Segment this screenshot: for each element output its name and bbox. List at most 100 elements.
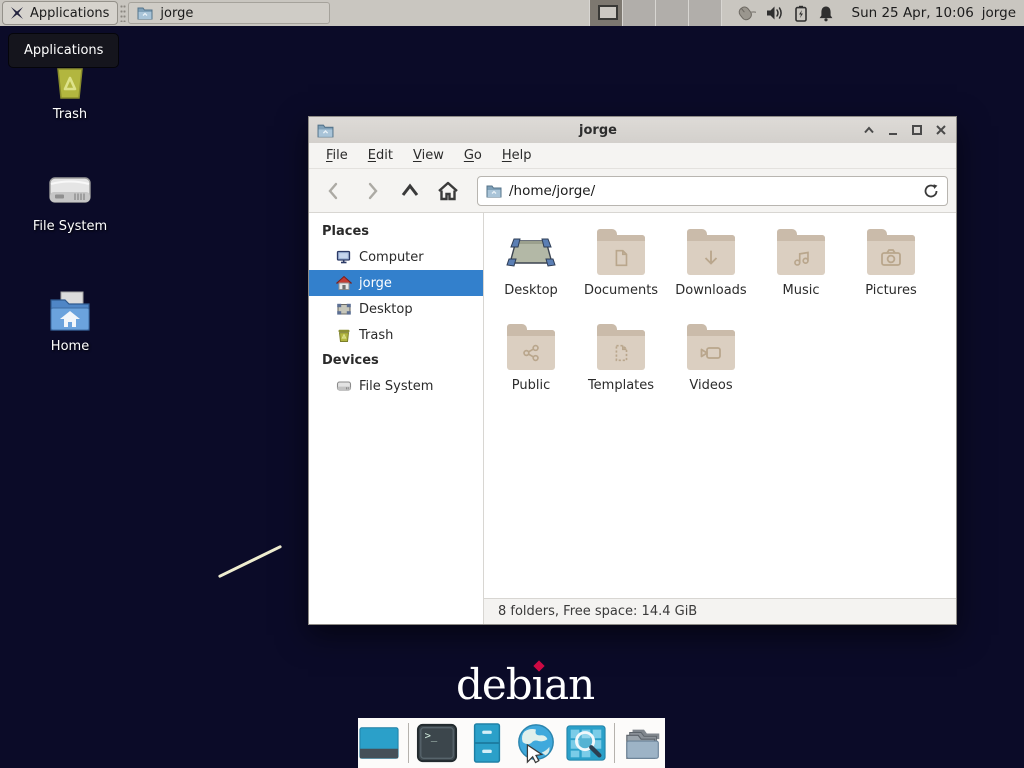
folder-icon: [486, 184, 502, 198]
up-button[interactable]: [393, 176, 427, 206]
sidebar-item-computer[interactable]: Computer: [309, 244, 483, 270]
menu-go[interactable]: Go: [455, 145, 491, 166]
home-folder-icon: [45, 288, 95, 334]
reload-icon[interactable]: [923, 183, 939, 199]
arrow-up-icon: [399, 181, 421, 201]
shade-button[interactable]: [862, 123, 876, 137]
folder-label: Downloads: [675, 283, 746, 298]
desktop-icon-label: Home: [48, 339, 92, 354]
app-finder-icon: [565, 722, 607, 764]
folder-icon: [687, 330, 735, 370]
workspace-3[interactable]: [656, 0, 689, 26]
menu-view[interactable]: View: [404, 145, 453, 166]
workspace-switcher[interactable]: [589, 0, 722, 26]
folder-label: Desktop: [504, 283, 558, 298]
main-view: Desktop Documents: [484, 213, 956, 624]
folder-item-downloads[interactable]: Downloads: [666, 223, 756, 318]
desktop-icon-label: File System: [30, 219, 110, 234]
desktop-icon: [336, 301, 352, 317]
dock-file-cabinet-button[interactable]: [465, 721, 508, 765]
sidebar-item-label: jorge: [359, 276, 392, 291]
folder-item-desktop[interactable]: Desktop: [486, 223, 576, 318]
sidebar-places-header: Places: [309, 219, 483, 244]
document-glyph: [610, 246, 632, 270]
path-input[interactable]: /home/jorge/: [509, 183, 916, 199]
applications-label: Applications: [30, 6, 109, 21]
sidebar-item-label: Computer: [359, 250, 424, 265]
clock[interactable]: Sun 25 Apr, 10:06: [844, 5, 982, 21]
home-icon: [436, 180, 460, 202]
applications-icon: [9, 5, 25, 21]
window-titlebar[interactable]: jorge: [309, 117, 956, 143]
sidebar-item-file-system[interactable]: File System: [309, 373, 483, 399]
folder-label: Public: [512, 378, 550, 393]
applications-button[interactable]: Applications: [2, 1, 118, 25]
terminal-icon: >_: [416, 722, 458, 764]
chevron-left-icon: [324, 181, 344, 201]
sidebar-item-label: File System: [359, 379, 433, 394]
folder-label: Pictures: [865, 283, 916, 298]
workspace-window-preview: [598, 5, 618, 20]
share-glyph: [520, 341, 542, 365]
sidebar-item-label: Trash: [359, 328, 393, 343]
folder-icon: [597, 330, 645, 370]
folder-item-templates[interactable]: Templates: [576, 318, 666, 413]
dock-terminal-button[interactable]: >_: [416, 721, 459, 765]
dock-web-browser-button[interactable]: [515, 721, 558, 765]
file-cabinet-icon: [466, 722, 508, 764]
wallpaper-swoosh-line: [218, 545, 282, 578]
folder-icon: [867, 235, 915, 275]
sidebar: Places Computer jorge: [309, 213, 484, 624]
file-manager-folder-icon: [623, 722, 665, 764]
file-manager-window: jorge File Edit View Go Help: [308, 116, 957, 625]
dock-app-finder-button[interactable]: [565, 721, 608, 765]
debian-wordmark: debıan: [456, 660, 594, 709]
home-button[interactable]: [431, 176, 465, 206]
back-button[interactable]: [317, 176, 351, 206]
folder-icon: [597, 235, 645, 275]
folder-label: Videos: [689, 378, 732, 393]
battery-charging-icon[interactable]: [794, 5, 808, 22]
desktop-icon-home[interactable]: Home: [10, 288, 130, 354]
panel-handle[interactable]: [120, 4, 126, 22]
folder-icon: [507, 330, 555, 370]
desktop-icon-file-system[interactable]: File System: [10, 170, 130, 234]
dock-file-manager-button[interactable]: [622, 721, 665, 765]
folder-icon: [777, 235, 825, 275]
location-bar[interactable]: /home/jorge/: [477, 176, 948, 206]
folder-grid: Desktop Documents: [484, 213, 956, 598]
folder-item-documents[interactable]: Documents: [576, 223, 666, 318]
folder-item-music[interactable]: Music: [756, 223, 846, 318]
taskbar-button[interactable]: jorge: [128, 2, 330, 24]
menu-help[interactable]: Help: [493, 145, 541, 166]
menu-edit[interactable]: Edit: [359, 145, 402, 166]
menu-file[interactable]: File: [317, 145, 357, 166]
workspace-4[interactable]: [689, 0, 722, 26]
volume-icon[interactable]: [766, 5, 784, 21]
dock-show-desktop-button[interactable]: [358, 721, 401, 765]
home-icon: [336, 275, 352, 291]
close-button[interactable]: [934, 123, 948, 137]
window-folder-icon: [317, 123, 334, 138]
sidebar-item-desktop[interactable]: Desktop: [309, 296, 483, 322]
folder-item-pictures[interactable]: Pictures: [846, 223, 936, 318]
sidebar-item-trash[interactable]: Trash: [309, 322, 483, 348]
forward-button[interactable]: [355, 176, 389, 206]
folder-icon: [687, 235, 735, 275]
taskbar-button-label: jorge: [160, 6, 193, 21]
sidebar-item-jorge[interactable]: jorge: [309, 270, 483, 296]
window-body: Places Computer jorge: [309, 213, 956, 624]
minimize-button[interactable]: [886, 123, 900, 137]
maximize-button[interactable]: [910, 123, 924, 137]
toolbar: /home/jorge/: [309, 169, 956, 213]
notifications-bell-icon[interactable]: [818, 5, 834, 22]
folder-item-videos[interactable]: Videos: [666, 318, 756, 413]
session-user-label: jorge: [982, 5, 1024, 21]
dock-separator: [614, 723, 615, 763]
workspace-1-active[interactable]: [590, 0, 623, 26]
workspace-2[interactable]: [623, 0, 656, 26]
folder-label: Music: [783, 283, 820, 298]
mouse-icon[interactable]: [734, 4, 756, 22]
folder-label: Documents: [584, 283, 658, 298]
folder-item-public[interactable]: Public: [486, 318, 576, 413]
